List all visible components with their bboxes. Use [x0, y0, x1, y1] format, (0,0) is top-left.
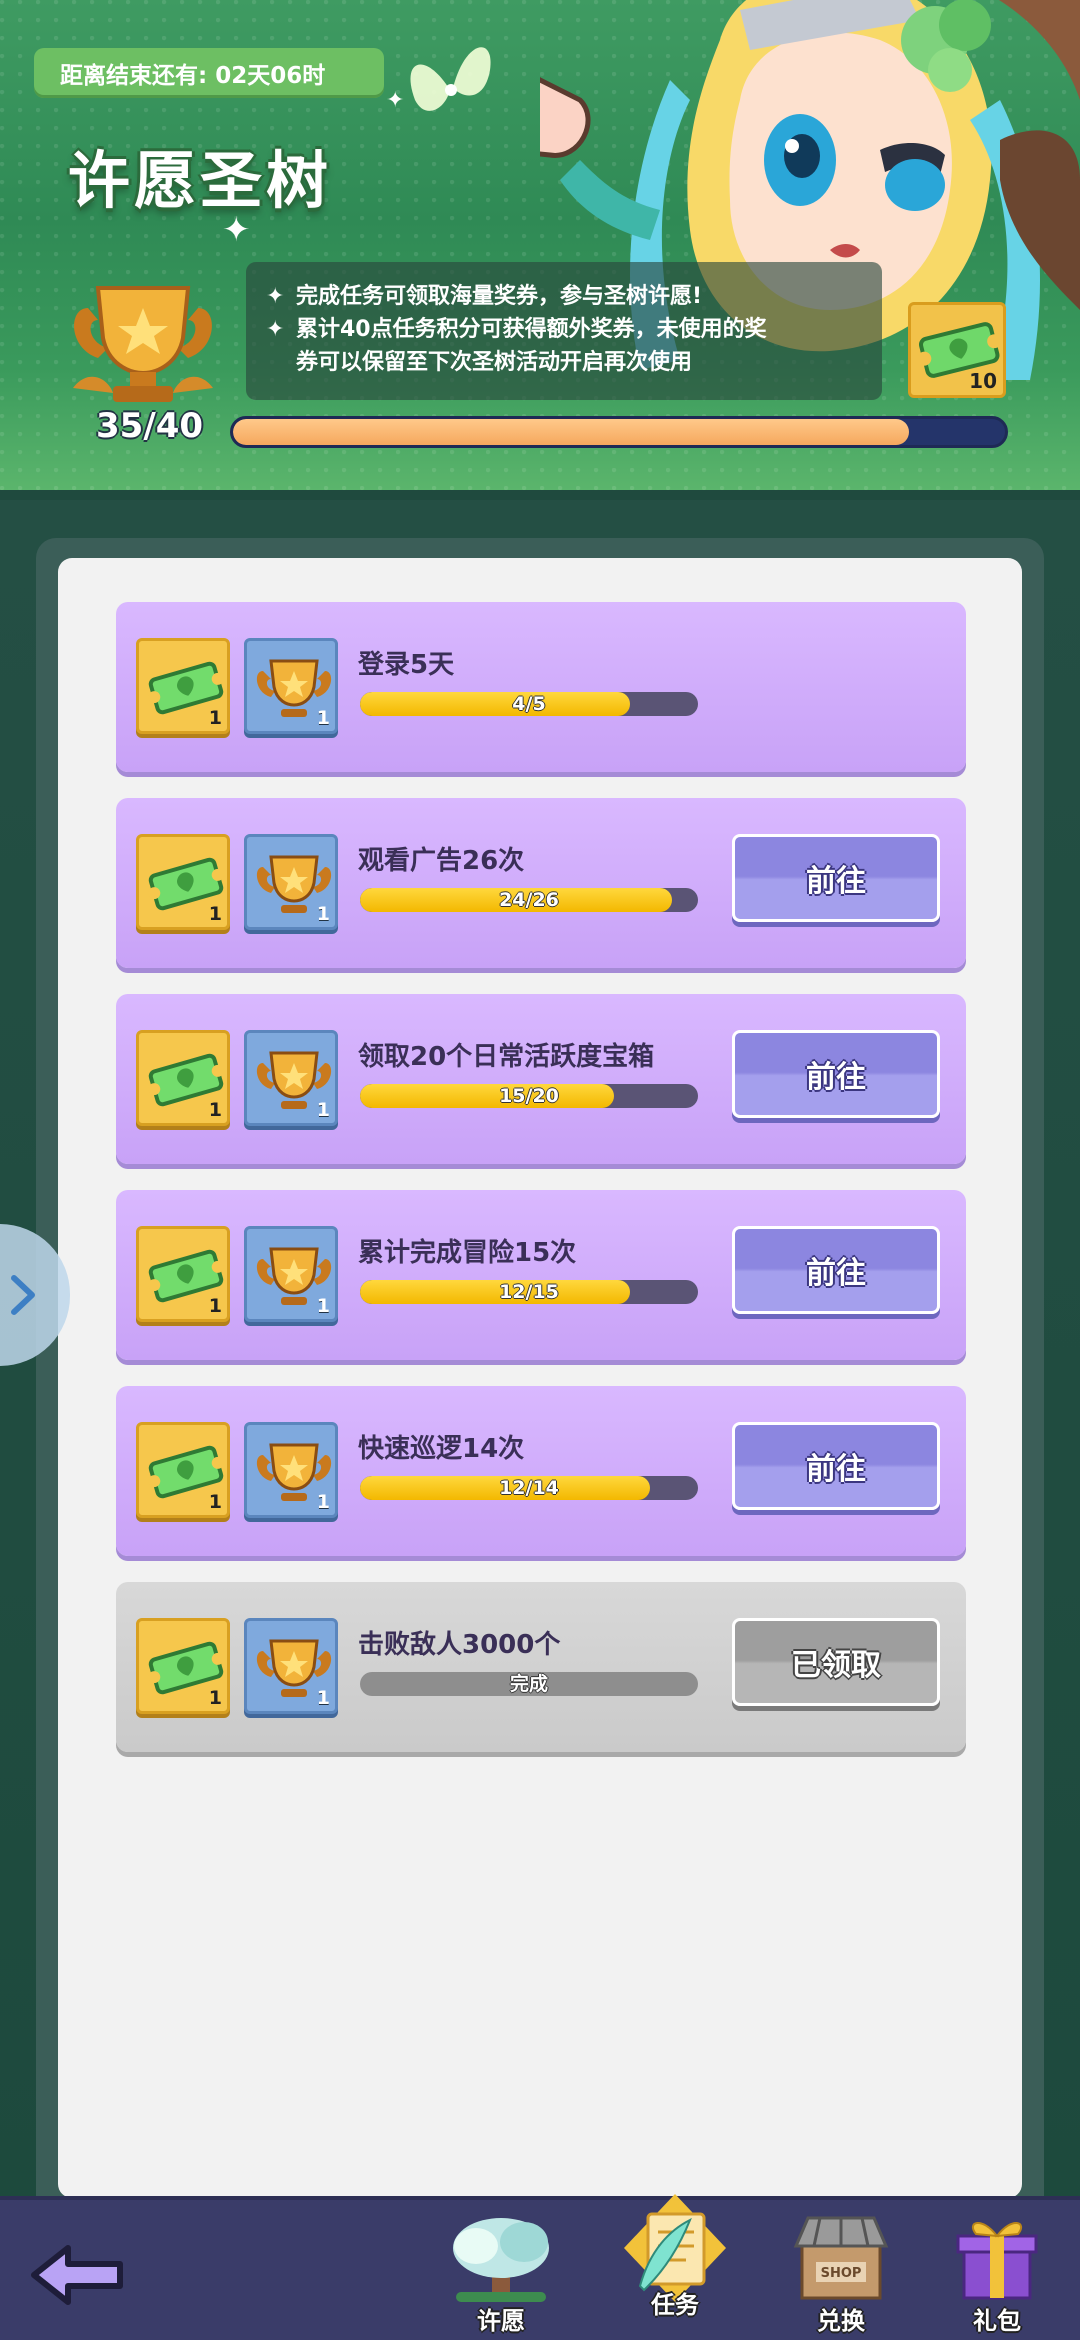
sparkle-icon: ✦	[386, 88, 405, 113]
reward-qty: 1	[316, 1491, 330, 1513]
event-banner: 距离结束还有: 02天06时 许愿圣树 ✦ ✦ ✦ 完成任务可领取海量奖券，参与圣…	[0, 0, 1080, 490]
go-button[interactable]: 前往	[732, 1030, 940, 1118]
reward-qty: 1	[316, 1099, 330, 1121]
task-progress-text: 12/14	[499, 1477, 559, 1499]
reward-qty: 1	[208, 903, 222, 925]
shop-icon: SHOP	[793, 2216, 889, 2300]
event-progress-fill	[233, 419, 909, 445]
event-timer: 距离结束还有: 02天06时	[34, 48, 384, 98]
task-card: 1 1 快速巡逻14次 12/14 前往	[116, 1386, 966, 1556]
task-progress-text: 4/5	[512, 693, 546, 715]
reward-qty: 1	[208, 1491, 222, 1513]
nav-gift-label: 礼包	[973, 2307, 1021, 2335]
gift-box-icon	[956, 2222, 1038, 2300]
reward-qty: 1	[316, 707, 330, 729]
task-progress-text: 15/20	[499, 1085, 559, 1107]
bottom-nav: 许愿 任务 SHOP 兑换 礼包	[0, 2194, 1080, 2340]
task-card: 1 1 领取20个日常活跃度宝箱 15/20 前往	[116, 994, 966, 1164]
reward-qty: 1	[316, 903, 330, 925]
star-bullet-icon: ✦	[266, 284, 285, 309]
task-title: 登录5天	[358, 650, 455, 680]
reward-qty: 1	[208, 1295, 222, 1317]
event-progress-bar	[230, 416, 1008, 448]
info-text: 完成任务可领取海量奖券，参与圣树许愿!	[296, 284, 703, 309]
go-button[interactable]: 前往	[732, 1422, 940, 1510]
task-progress-text: 12/15	[499, 1281, 559, 1303]
star-bullet-icon: ✦	[266, 317, 285, 342]
task-progress-text: 24/26	[499, 889, 559, 911]
reward-trophy[interactable]: 1	[244, 1030, 338, 1126]
task-title: 领取20个日常活跃度宝箱	[358, 1042, 655, 1072]
task-progress-text: 完成	[509, 1673, 548, 1695]
back-arrow-icon[interactable]	[28, 2240, 128, 2310]
reward-trophy[interactable]: 1	[244, 1226, 338, 1322]
svg-text:SHOP: SHOP	[821, 2266, 862, 2281]
nav-exchange[interactable]: SHOP 兑换	[776, 2206, 906, 2340]
reward-ticket[interactable]: 1	[136, 1618, 230, 1714]
reward-ticket[interactable]: 1	[136, 1226, 230, 1322]
tree-icon	[453, 2218, 549, 2302]
info-text: 券可以保留至下次圣树活动开启再次使用	[296, 350, 693, 375]
reward-qty: 1	[316, 1687, 330, 1709]
go-button[interactable]: 前往	[732, 1226, 940, 1314]
task-progress-bar: 24/26	[360, 888, 698, 912]
reward-ticket[interactable]: 1	[136, 638, 230, 734]
nav-tasks-label: 任务	[651, 2291, 699, 2319]
task-title: 观看广告26次	[358, 846, 525, 876]
event-info: ✦ 完成任务可领取海量奖券，参与圣树许愿! ✦ 累计40点任务积分可获得额外奖券，未…	[246, 262, 882, 400]
task-card: 1 1 观看广告26次 24/26 前往	[116, 798, 966, 968]
reward-ticket[interactable]: 1	[136, 1030, 230, 1126]
task-title: 快速巡逻14次	[358, 1434, 525, 1464]
ticket-count: 10	[969, 369, 997, 393]
reward-qty: 1	[208, 707, 222, 729]
chevron-right-icon	[11, 1275, 35, 1315]
task-progress-bar: 12/14	[360, 1476, 698, 1500]
butterfly-icon	[410, 47, 491, 111]
reward-trophy[interactable]: 1	[244, 1422, 338, 1518]
task-title: 累计完成冒险15次	[358, 1238, 577, 1268]
task-progress-bar: 4/5	[360, 692, 698, 716]
reward-ticket[interactable]: 1	[136, 834, 230, 930]
reward-qty: 1	[208, 1099, 222, 1121]
nav-exchange-label: 兑换	[817, 2307, 865, 2335]
go-button[interactable]: 前往	[732, 834, 940, 922]
task-card: 1 1 击败敌人3000个完成 已领取	[116, 1582, 966, 1752]
nav-gift[interactable]: 礼包	[932, 2206, 1062, 2340]
event-title: 许愿圣树	[68, 144, 333, 217]
claimed-button[interactable]: 已领取	[732, 1618, 940, 1706]
trophy-icon	[73, 286, 213, 402]
sparkle-icon: ✦	[222, 210, 251, 250]
task-progress-bar: 12/15	[360, 1280, 698, 1304]
score-text: 35/40	[96, 406, 204, 446]
reward-trophy[interactable]: 1	[244, 1618, 338, 1714]
reward-trophy[interactable]: 1	[244, 638, 338, 734]
task-progress-bar: 15/20	[360, 1084, 698, 1108]
reward-ticket[interactable]: 1	[136, 1422, 230, 1518]
reward-qty: 1	[316, 1295, 330, 1317]
info-text: 累计40点任务积分可获得额外奖券，未使用的奖	[296, 317, 767, 342]
nav-wish-label: 许愿	[477, 2307, 525, 2335]
task-card: 1 1 登录5天 4/5	[116, 602, 966, 772]
task-progress-bar: 完成	[360, 1672, 698, 1696]
nav-tasks[interactable]: 任务	[610, 2190, 740, 2328]
task-title: 击败敌人3000个	[358, 1630, 561, 1660]
reward-trophy[interactable]: 1	[244, 834, 338, 930]
ticket-balance[interactable]: 10	[908, 302, 1006, 398]
task-card: 1 1 累计完成冒险15次 12/15 前往	[116, 1190, 966, 1360]
reward-qty: 1	[208, 1687, 222, 1709]
nav-wish[interactable]: 许愿	[436, 2206, 566, 2340]
